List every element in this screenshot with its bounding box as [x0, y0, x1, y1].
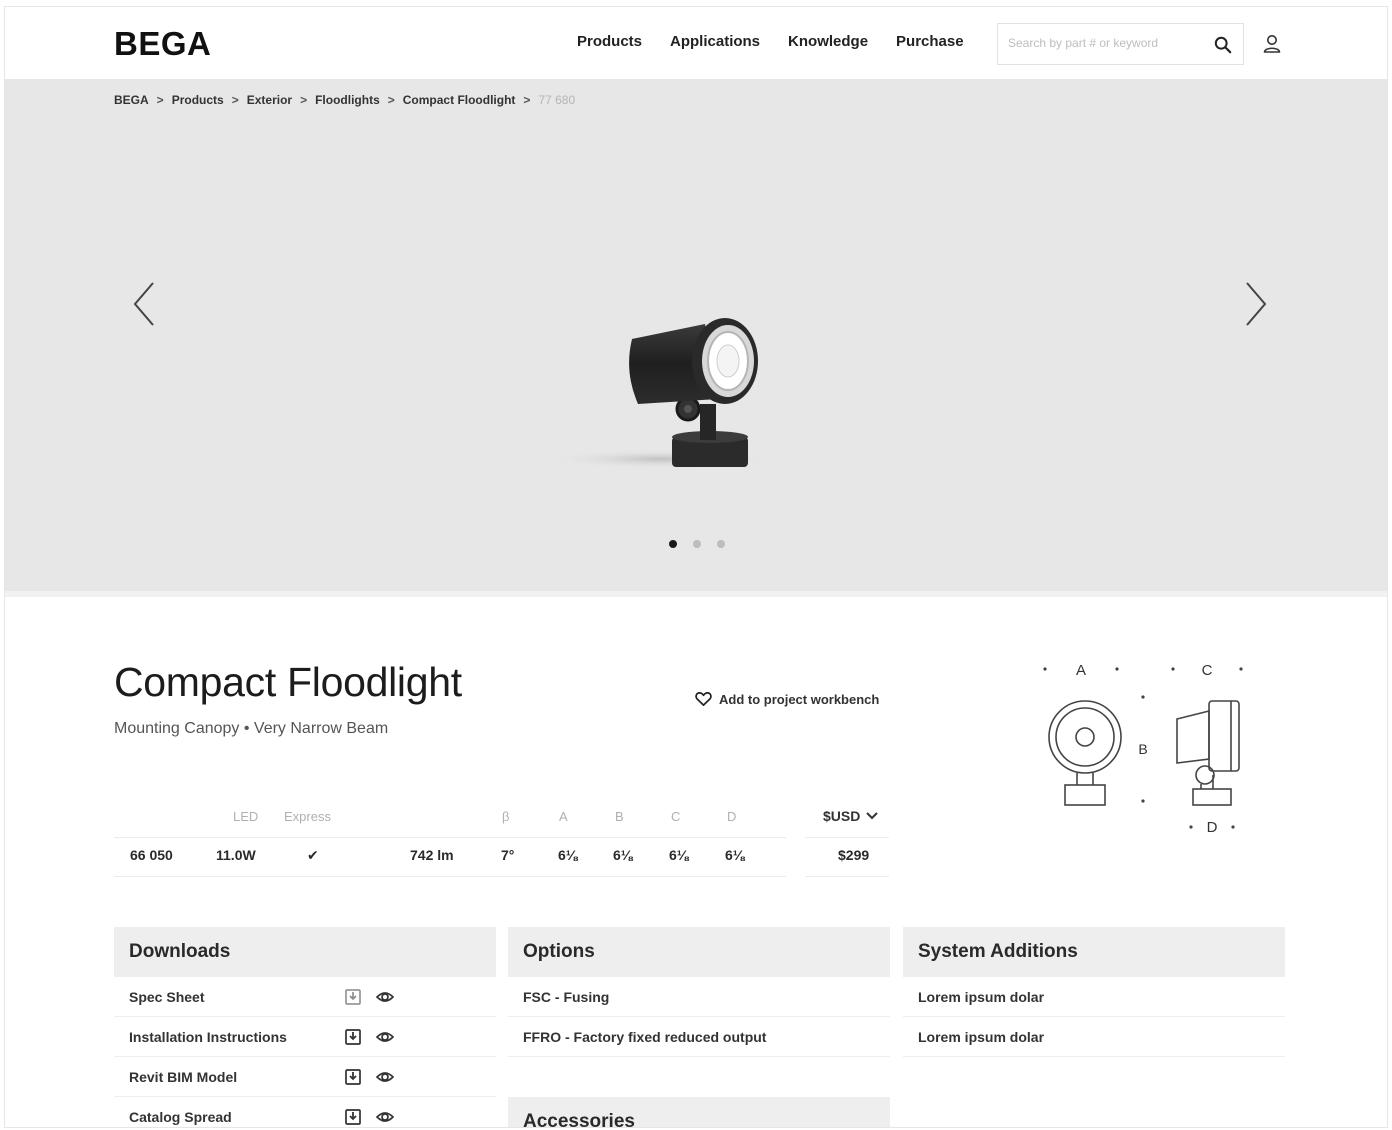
accessories-title: Accessories [508, 1097, 890, 1127]
spec-express-check: ✔ [307, 847, 319, 863]
breadcrumb-products[interactable]: Products [172, 93, 224, 107]
nav-products[interactable]: Products [577, 33, 642, 50]
spec-header-b: B [615, 809, 624, 824]
dimension-label-a: A [1076, 662, 1086, 679]
eye-icon[interactable] [376, 988, 394, 1006]
spec-header-divider [805, 837, 889, 838]
system-additions-panel: System Additions Lorem ipsum dolar Lorem… [903, 927, 1285, 1057]
system-addition-label: Lorem ipsum dolar [918, 1028, 1045, 1045]
download-row: Catalog Spread [114, 1097, 496, 1127]
search-box [997, 23, 1244, 65]
spec-row-divider [114, 876, 786, 877]
downloads-title: Downloads [114, 927, 496, 977]
carousel-dots [669, 540, 725, 548]
download-item-label[interactable]: Installation Instructions [129, 1029, 287, 1045]
breadcrumb-separator: > [523, 93, 531, 107]
breadcrumb-current: 77 680 [538, 93, 576, 107]
chevron-down-icon [866, 812, 879, 820]
spec-c: 6⅛ [669, 847, 689, 863]
spec-lumens: 742 lm [410, 847, 454, 863]
breadcrumb-bega[interactable]: BEGA [114, 93, 149, 107]
options-title: Options [508, 927, 890, 977]
breadcrumb-floodlights[interactable]: Floodlights [315, 93, 380, 107]
download-icon[interactable] [344, 1028, 362, 1046]
download-icon[interactable] [344, 1108, 362, 1126]
option-item-label: FSC - Fusing [523, 988, 610, 1005]
system-additions-title: System Additions [903, 927, 1285, 977]
product-image [545, 318, 770, 469]
download-item-label[interactable]: Revit BIM Model [129, 1069, 237, 1085]
download-row: Spec Sheet [114, 977, 496, 1017]
dimension-label-b: B [1138, 741, 1147, 757]
download-row: Installation Instructions [114, 1017, 496, 1057]
spec-header-beta: β [502, 809, 510, 824]
download-icon[interactable] [344, 988, 362, 1006]
system-addition-label: Lorem ipsum dolar [918, 988, 1045, 1005]
spec-part-number[interactable]: 66 050 [130, 847, 173, 863]
currency-select[interactable]: $USD [823, 808, 879, 824]
search-icon[interactable] [1214, 36, 1232, 54]
carousel-next-arrow-icon[interactable] [1241, 279, 1269, 329]
option-row[interactable]: FSC - Fusing [508, 977, 890, 1017]
spec-header-a: A [559, 809, 568, 824]
nav-knowledge[interactable]: Knowledge [788, 33, 868, 50]
download-icon[interactable] [344, 1068, 362, 1086]
downloads-panel: Downloads Spec Sheet Installation Instru… [114, 927, 496, 1127]
spec-price: $299 [838, 847, 870, 863]
spec-header-d: D [727, 809, 737, 824]
system-addition-row[interactable]: Lorem ipsum dolar [903, 977, 1285, 1017]
spec-header-divider [114, 837, 786, 838]
breadcrumb-separator: > [156, 93, 164, 107]
add-to-workbench-label: Add to project workbench [719, 691, 880, 707]
breadcrumb: BEGA > Products > Exterior > Floodlights… [114, 93, 575, 107]
breadcrumb-separator: > [231, 93, 239, 107]
breadcrumb-separator: > [300, 93, 308, 107]
download-row: Revit BIM Model [114, 1057, 496, 1097]
nav-applications[interactable]: Applications [670, 33, 760, 50]
spec-header-c: C [671, 809, 681, 824]
site-header: BEGA Products Applications Knowledge Pur… [5, 7, 1387, 79]
nav-purchase[interactable]: Purchase [896, 33, 964, 50]
product-hero-carousel: BEGA > Products > Exterior > Floodlights… [5, 79, 1387, 591]
product-subtitle: Mounting Canopy • Very Narrow Beam [114, 720, 389, 737]
spec-b: 6⅛ [613, 847, 633, 863]
carousel-dot-3[interactable] [717, 540, 725, 548]
breadcrumb-compact-floodlight[interactable]: Compact Floodlight [403, 93, 516, 107]
system-addition-row[interactable]: Lorem ipsum dolar [903, 1017, 1285, 1057]
carousel-dot-2[interactable] [693, 540, 701, 548]
add-to-workbench-button[interactable]: Add to project workbench [695, 691, 879, 707]
spec-beta: 7° [501, 847, 515, 863]
eye-icon[interactable] [376, 1028, 394, 1046]
bega-logo[interactable]: BEGA [114, 25, 211, 63]
currency-value: $USD [823, 808, 861, 824]
spec-header-led: LED [233, 809, 259, 824]
option-row[interactable]: FFRO - Factory fixed reduced output [508, 1017, 890, 1057]
carousel-dot-1[interactable] [669, 540, 677, 548]
dimension-label-c: C [1202, 662, 1213, 679]
download-item-label[interactable]: Catalog Spread [129, 1109, 232, 1125]
heart-icon [695, 692, 712, 706]
user-account-icon[interactable] [1261, 33, 1283, 55]
spec-header-express: Express [284, 809, 331, 824]
hero-divider [5, 591, 1387, 597]
eye-icon[interactable] [376, 1068, 394, 1086]
main-nav: Products Applications Knowledge Purchase [577, 33, 964, 50]
breadcrumb-separator: > [387, 93, 395, 107]
search-input[interactable] [1008, 36, 1198, 50]
spec-row-divider [805, 876, 889, 877]
dimension-diagram: A C B D [1043, 662, 1243, 835]
product-title: Compact Floodlight [114, 659, 462, 705]
dimension-label-d: D [1207, 819, 1218, 835]
page-frame: BEGA Products Applications Knowledge Pur… [4, 6, 1388, 1128]
spec-led: 11.0W [216, 847, 256, 863]
eye-icon[interactable] [376, 1108, 394, 1126]
spec-d: 6⅛ [725, 847, 745, 863]
options-panel: Options FSC - Fusing FFRO - Factory fixe… [508, 927, 890, 1057]
option-item-label: FFRO - Factory fixed reduced output [523, 1028, 767, 1045]
breadcrumb-exterior[interactable]: Exterior [247, 93, 292, 107]
spec-a: 6⅛ [558, 847, 578, 863]
carousel-prev-arrow-icon[interactable] [131, 279, 159, 329]
download-item-label[interactable]: Spec Sheet [129, 989, 204, 1005]
